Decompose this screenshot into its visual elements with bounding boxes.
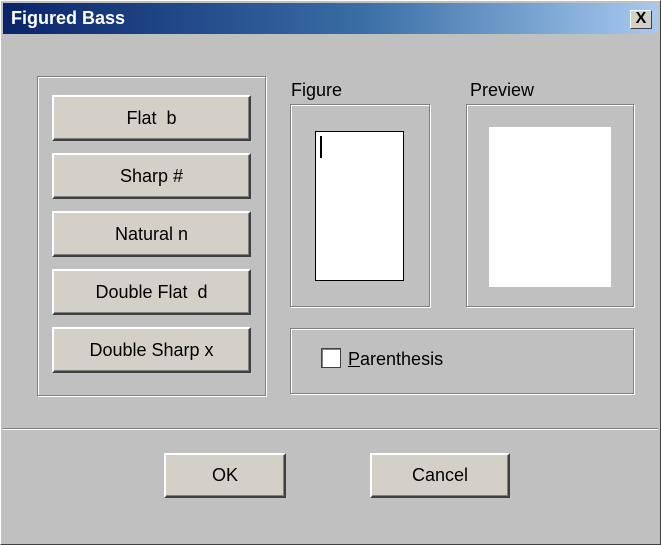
figure-label: Figure: [291, 80, 343, 100]
double-sharp-button-label: Double Sharp x: [89, 340, 214, 360]
double-flat-button-label: Double Flat d: [95, 282, 208, 302]
dialog-body: Flat b Sharp # Natural n Double Flat d D…: [3, 34, 658, 544]
ok-button-label: OK: [211, 465, 238, 485]
natural-button[interactable]: Natural n: [52, 211, 251, 257]
parenthesis-mnemonic: P: [348, 349, 361, 369]
sharp-button[interactable]: Sharp #: [52, 153, 251, 199]
cancel-button-label: Cancel: [411, 465, 469, 485]
preview-label: Preview: [470, 80, 535, 100]
flat-button[interactable]: Flat b: [52, 95, 251, 141]
close-icon: X: [635, 10, 647, 27]
sharp-button-label: Sharp #: [119, 166, 184, 186]
footer-separator: [3, 428, 658, 430]
figured-bass-dialog: Figured Bass X Flat b Sharp # Natural n …: [0, 0, 661, 545]
parenthesis-label-rest: arenthesis: [360, 349, 444, 369]
text-caret: [320, 136, 322, 158]
parenthesis-group: [290, 328, 634, 394]
parenthesis-label[interactable]: Parenthesis: [348, 349, 443, 370]
parenthesis-checkbox[interactable]: [321, 348, 341, 368]
close-button[interactable]: X: [630, 10, 652, 29]
double-sharp-button[interactable]: Double Sharp x: [52, 327, 251, 373]
natural-button-label: Natural n: [114, 224, 189, 244]
flat-button-label: Flat b: [126, 108, 177, 128]
figure-input[interactable]: [315, 131, 404, 281]
double-flat-button[interactable]: Double Flat d: [52, 269, 251, 315]
ok-button[interactable]: OK: [164, 453, 286, 498]
preview-pane: [489, 127, 611, 287]
cancel-button[interactable]: Cancel: [370, 453, 510, 498]
title-bar[interactable]: Figured Bass X: [3, 3, 658, 34]
dialog-title: Figured Bass: [11, 8, 126, 28]
